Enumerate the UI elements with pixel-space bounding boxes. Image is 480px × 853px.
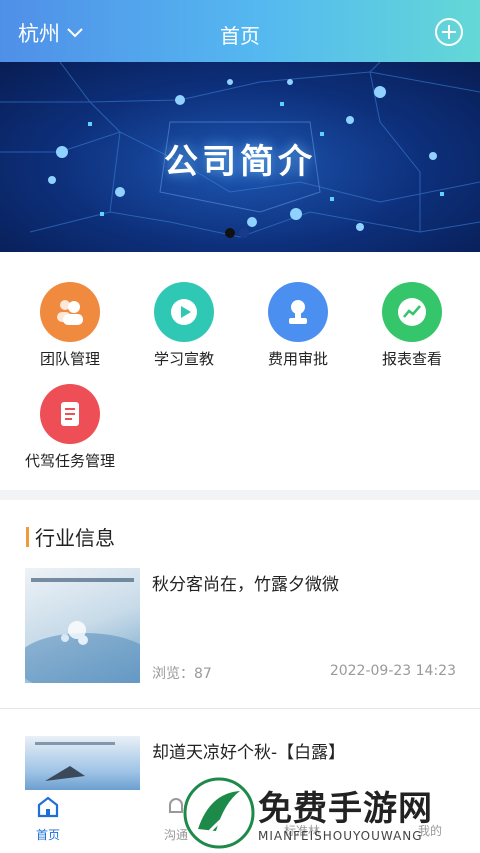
team-icon [40,282,100,342]
section-title: 行业信息 [35,526,115,550]
carousel-dot-active[interactable] [225,228,235,238]
grid-item-expense[interactable]: 费用审批 [238,282,358,369]
news-thumbnail [25,568,140,683]
carousel-dot[interactable] [239,228,249,238]
watermark-logo-icon [183,777,255,849]
news-thumbnail [25,736,140,796]
divider [0,708,480,709]
grid-item-driver-tasks[interactable]: 代驾任务管理 [10,384,130,471]
section-header: 行业信息 [26,522,115,551]
grid-label: 费用审批 [267,350,328,368]
grid-label: 团队管理 [39,350,100,368]
document-icon [40,384,100,444]
chart-line-icon [382,282,442,342]
news-title: 秋分客尚在，竹露夕微微 [152,575,339,595]
site-watermark: 免费手游网 MIANFEISHOUYOUWANG [180,773,480,853]
grid-item-learning[interactable]: 学习宣教 [124,282,244,369]
news-date: 2022-09-23 14:23 [329,663,456,679]
news-views: 浏览：87 [152,666,212,682]
top-header: 杭州 首页 [0,0,480,62]
banner-title: 公司简介 [164,142,316,182]
watermark-subtext: MIANFEISHOUYOUWANG [258,829,423,843]
banner-carousel[interactable]: 公司简介 [0,62,480,252]
add-circle-icon[interactable] [434,17,464,47]
section-accent-bar [26,526,29,547]
play-icon [154,282,214,342]
tab-label: 首页 [35,828,60,842]
stamp-icon [268,282,328,342]
grid-label: 报表查看 [381,350,442,368]
home-icon [37,796,59,818]
function-grid: 团队管理 学习宣教 费用审批 报表查看 代驾任务管理 [0,252,480,490]
watermark-text: 免费手游网 [258,789,433,829]
grid-label: 代驾任务管理 [24,452,115,470]
carousel-indicator[interactable] [225,228,249,238]
grid-item-team[interactable]: 团队管理 [10,282,130,369]
grid-label: 学习宣教 [153,350,214,368]
page-title: 首页 [220,24,260,48]
tab-home[interactable]: 首页 [18,794,78,843]
news-title: 却道天凉好个秋-【白露】 [152,743,346,763]
grid-item-reports[interactable]: 报表查看 [352,282,472,369]
